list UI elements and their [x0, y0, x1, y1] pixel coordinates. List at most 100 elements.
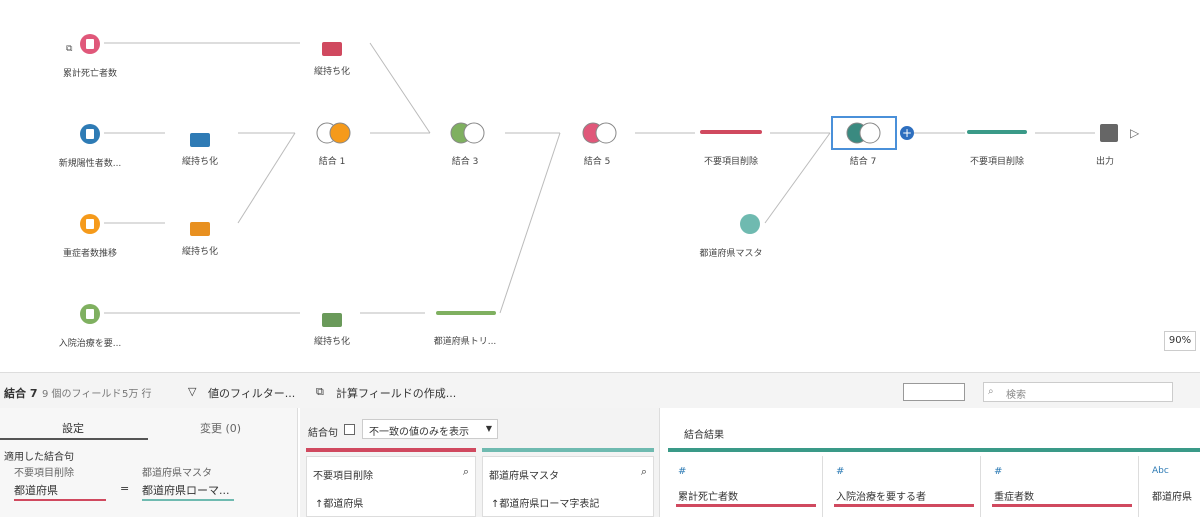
left-join-field[interactable]: 都道府県	[14, 482, 58, 498]
view-toggle[interactable]	[903, 383, 965, 401]
clean-step-bar[interactable]	[700, 130, 762, 134]
search-icon[interactable]: ⌕	[641, 465, 647, 479]
search-box[interactable]: ⌕ 検索	[983, 382, 1173, 402]
pivot-icon[interactable]	[190, 222, 210, 236]
node-label: 結合 5	[583, 157, 611, 167]
table-icon[interactable]	[740, 214, 760, 234]
file-icon[interactable]	[80, 304, 100, 324]
node-label: 結合 1	[318, 157, 346, 167]
zoom-level[interactable]: 90%	[1164, 331, 1196, 351]
column-name: 都道府県	[1152, 492, 1192, 503]
pivot-icon[interactable]	[322, 313, 342, 327]
tab-changes[interactable]: 変更 (0)	[200, 420, 241, 436]
join-clause-panel: 結合句 不一致の値のみを表示 ▼ 不要項目削除 ⌕ ↑都道府県 都道府県マスタ …	[300, 408, 660, 517]
join-icon	[846, 122, 881, 144]
join-icon[interactable]	[316, 122, 352, 144]
column-type-icon: #	[678, 466, 687, 477]
run-icon[interactable]: ▷	[1130, 126, 1139, 140]
file-icon[interactable]	[80, 124, 100, 144]
search-input[interactable]: 検索	[1006, 386, 1026, 401]
flow-canvas[interactable]: ⧉ 累計死亡者数 新規陽性者数... 重症者数推移 入院治療を要... 縦持ち化…	[0, 0, 1200, 372]
right-input-card: 都道府県マスタ ⌕ ↑都道府県ローマ字表記	[482, 456, 654, 517]
results-color-bar	[668, 448, 1200, 452]
join-clause-label: 結合句	[308, 428, 338, 439]
node-label: 縦持ち化	[181, 247, 218, 257]
left-input-name: 不要項目削除	[14, 468, 74, 479]
join-results-panel: 結合結果 # 累計死亡者数 # 入院治療を要する者 # 重症者数 Abc 都道府…	[668, 408, 1200, 517]
node-label: 出力	[1095, 157, 1114, 167]
node-label: 縦持ち化	[181, 157, 218, 167]
field-count: 9 個のフィールド	[42, 389, 122, 400]
right-color-bar	[482, 448, 654, 452]
right-join-field[interactable]: 都道府県ローマ...	[142, 482, 230, 498]
right-card-field[interactable]: ↑都道府県ローマ字表記	[491, 495, 599, 510]
calc-button[interactable]: 計算フィールドの作成...	[336, 385, 456, 401]
node-label: 都道府県マスタ	[699, 249, 763, 259]
column-name: 累計死亡者数	[678, 492, 738, 503]
node-label: 累計死亡者数	[62, 69, 117, 79]
left-input-card: 不要項目削除 ⌕ ↑都道府県	[306, 456, 476, 517]
column-underline	[834, 504, 974, 507]
join-operator[interactable]: =	[120, 482, 129, 495]
file-icon	[80, 34, 100, 54]
column-type-icon: Abc	[1152, 466, 1169, 476]
result-column[interactable]: Abc 都道府県	[1144, 456, 1200, 517]
row-count: 5万 行	[122, 389, 152, 400]
node-label: 結合 3	[451, 157, 479, 167]
filter-icon: ▽	[188, 385, 197, 398]
result-column[interactable]: # 重症者数	[984, 456, 1139, 517]
output-icon[interactable]	[1100, 124, 1118, 142]
filter-button[interactable]: 値のフィルター...	[208, 385, 295, 401]
step-toolbar: 結合 7 9 個のフィールド 5万 行 ▽ 値のフィルター... ⧉ 計算フィー…	[0, 372, 1200, 408]
right-input-name: 都道府県マスタ	[142, 468, 212, 479]
chevron-down-icon: ▼	[485, 424, 492, 433]
join-icon[interactable]	[450, 122, 486, 144]
node-label: 縦持ち化	[313, 67, 350, 77]
node-label: 重症者数推移	[62, 249, 117, 259]
mismatch-dropdown[interactable]: 不一致の値のみを表示 ▼	[362, 419, 498, 439]
add-step-icon[interactable]: +	[900, 126, 914, 140]
node-label: 都道府県トリ...	[433, 337, 497, 347]
right-field-underline	[142, 499, 234, 501]
applied-join-label: 適用した結合句	[4, 452, 74, 463]
column-type-icon: #	[836, 466, 845, 477]
mismatch-checkbox[interactable]	[344, 424, 355, 435]
column-name: 入院治療を要する者	[836, 492, 926, 503]
step-name: 結合 7	[4, 387, 38, 400]
right-card-title: 都道府県マスタ	[489, 471, 559, 482]
result-column[interactable]: # 累計死亡者数	[668, 456, 823, 517]
dropdown-value: 不一致の値のみを表示	[369, 427, 469, 438]
search-icon[interactable]: ⌕	[463, 465, 469, 479]
tab-settings[interactable]: 設定	[62, 420, 84, 436]
result-column[interactable]: # 入院治療を要する者	[826, 456, 981, 517]
node-label: 新規陽性者数...	[58, 159, 122, 169]
left-card-field[interactable]: ↑都道府県	[315, 495, 363, 510]
clean-step-bar[interactable]	[436, 311, 496, 315]
column-underline	[992, 504, 1132, 507]
node-label: 入院治療を要...	[58, 339, 122, 349]
left-field-underline	[14, 499, 106, 501]
results-title: 結合結果	[684, 430, 724, 441]
flow-connectors	[104, 42, 1095, 314]
input-node-cum-deaths[interactable]: ⧉	[66, 36, 72, 55]
node-label: 不要項目削除	[703, 157, 758, 167]
column-type-icon: #	[994, 466, 1003, 477]
clean-step-bar[interactable]	[967, 130, 1027, 134]
selected-join-box[interactable]	[831, 116, 897, 150]
calc-icon: ⧉	[316, 385, 324, 398]
pivot-icon[interactable]	[190, 133, 210, 147]
column-name: 重症者数	[994, 492, 1034, 503]
column-underline	[676, 504, 816, 507]
input-icon: ⧉	[66, 44, 73, 54]
node-label: 結合 7	[849, 157, 877, 167]
search-icon: ⌕	[988, 386, 994, 397]
node-label: 縦持ち化	[313, 337, 350, 347]
join-icon[interactable]	[582, 122, 618, 144]
file-icon[interactable]	[80, 214, 100, 234]
left-card-title: 不要項目削除	[313, 471, 373, 482]
settings-panel: 設定 変更 (0) 適用した結合句 不要項目削除 都道府県マスタ 都道府県 = …	[0, 408, 298, 517]
left-color-bar	[306, 448, 476, 452]
active-tab-underline	[0, 438, 148, 440]
node-label: 不要項目削除	[969, 157, 1024, 167]
pivot-icon[interactable]	[322, 42, 342, 56]
